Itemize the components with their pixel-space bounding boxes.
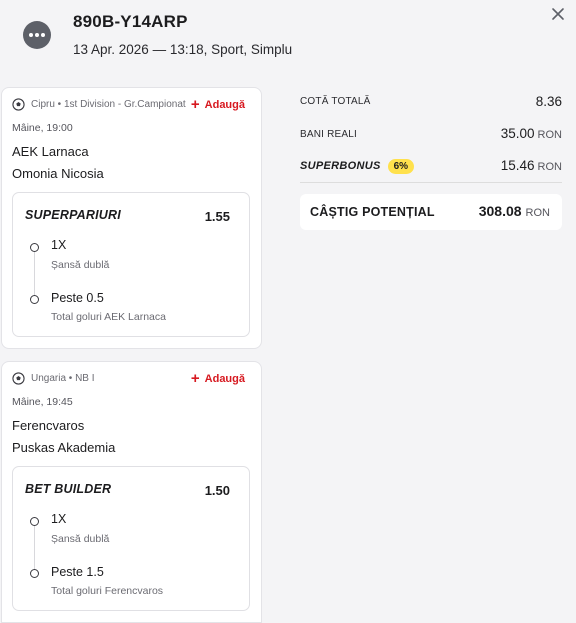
group-odd: 1.55 xyxy=(204,209,230,224)
event-card: Cipru • 1st Division - Gr.Campionat + Ad… xyxy=(1,87,262,349)
total-odds-label: COTĂ TOTALĂ xyxy=(300,96,371,107)
selection-market: Total goluri AEK Larnaca xyxy=(51,311,166,323)
timeline-dot xyxy=(30,243,39,252)
summary-divider xyxy=(300,182,562,183)
stake-value: 35.00 xyxy=(500,126,535,141)
total-odds-row: COTĂ TOTALĂ 8.36 xyxy=(300,94,562,109)
bet-code: 890B-Y14ARP xyxy=(73,12,188,31)
timeline-connector xyxy=(34,523,35,573)
superbonus-badge: 6% xyxy=(387,158,415,174)
away-team: Omonia Nicosia xyxy=(12,166,104,181)
stake-row: BANI REALI 35.00 RON xyxy=(300,125,562,143)
timeline-connector xyxy=(34,249,35,299)
selection-name: 1X xyxy=(51,238,67,252)
event-card: Ungaria • NB I + Adaugă Mâine, 19:45 Fer… xyxy=(1,361,262,623)
superbonus-value: 15.46 xyxy=(500,158,535,173)
selection-group: SUPERPARIURI 1.55 1X Șansă dublă Peste 0… xyxy=(12,192,250,337)
add-label: Adaugă xyxy=(204,98,245,111)
football-icon xyxy=(12,98,25,111)
promo-label: BET BUILDER xyxy=(25,482,112,496)
more-options-icon[interactable] xyxy=(23,21,51,49)
timeline-dot xyxy=(30,295,39,304)
selection-name: 1X xyxy=(51,512,67,526)
stake-label: BANI REALI xyxy=(300,128,358,140)
selection-market: Șansă dublă xyxy=(51,259,110,271)
timeline-dot xyxy=(30,517,39,526)
away-team: Puskas Akademia xyxy=(12,440,116,455)
timeline-dot xyxy=(30,569,39,578)
superbonus-label: SUPERBONUS xyxy=(300,160,381,172)
close-icon[interactable] xyxy=(549,5,567,23)
plus-icon: + xyxy=(190,370,200,387)
add-button[interactable]: + Adaugă xyxy=(191,97,245,112)
home-team: Ferencvaros xyxy=(12,418,85,433)
group-odd: 1.50 xyxy=(204,483,230,498)
potential-win-value: 308.08 xyxy=(478,203,522,219)
potential-win-box: CÂȘTIG POTENȚIAL 308.08 RON xyxy=(300,194,562,230)
superbonus-row: SUPERBONUS 6% 15.46 RON xyxy=(300,157,562,175)
league-info: Cipru • 1st Division - Gr.Campionat xyxy=(12,98,186,111)
promo-label: SUPERPARIURI xyxy=(25,208,121,222)
league-name: Ungaria • NB I xyxy=(31,373,95,384)
selection-name: Peste 1.5 xyxy=(51,565,104,579)
selection-name: Peste 0.5 xyxy=(51,291,104,305)
add-label: Adaugă xyxy=(204,372,245,385)
add-button[interactable]: + Adaugă xyxy=(191,371,245,386)
plus-icon: + xyxy=(190,96,200,113)
currency: RON xyxy=(525,207,550,219)
event-time: Mâine, 19:45 xyxy=(12,396,73,408)
total-odds-value: 8.36 xyxy=(535,94,562,109)
league-name: Cipru • 1st Division - Gr.Campionat xyxy=(31,99,186,110)
bet-meta: 13 Apr. 2026 — 13:18, Sport, Simplu xyxy=(73,42,293,57)
league-info: Ungaria • NB I xyxy=(12,372,95,385)
event-time: Mâine, 19:00 xyxy=(12,122,73,134)
football-icon xyxy=(12,372,25,385)
ticket-header: 890B-Y14ARP 13 Apr. 2026 — 13:18, Sport,… xyxy=(0,0,576,80)
selection-market: Șansă dublă xyxy=(51,533,110,545)
selection-group: BET BUILDER 1.50 1X Șansă dublă Peste 1.… xyxy=(12,466,250,611)
selection-market: Total goluri Ferencvaros xyxy=(51,585,164,597)
potential-win-label: CÂȘTIG POTENȚIAL xyxy=(310,205,435,219)
currency: RON xyxy=(537,129,562,141)
home-team: AEK Larnaca xyxy=(12,144,89,159)
currency: RON xyxy=(537,161,562,173)
